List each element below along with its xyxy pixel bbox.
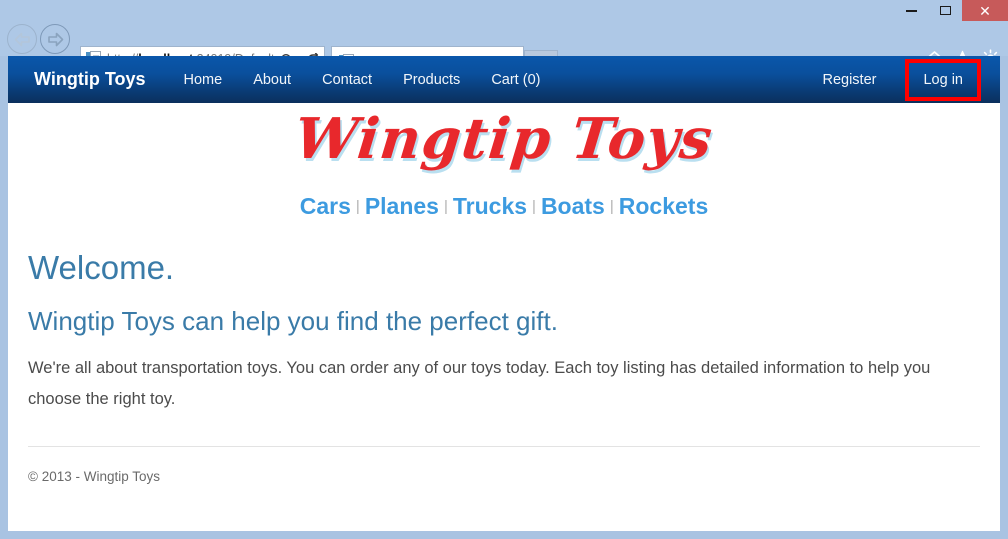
back-button[interactable] [7, 24, 37, 54]
nav-item-about[interactable]: About [253, 72, 291, 88]
site-logo-text: Wingtip Toys [291, 106, 717, 172]
forward-button[interactable] [40, 24, 70, 54]
login-link[interactable]: Log in [923, 72, 963, 88]
nav-item-home[interactable]: Home [184, 72, 223, 88]
maximize-icon [939, 6, 951, 15]
page-paragraph: We're all about transportation toys. You… [28, 358, 931, 408]
category-separator: | [355, 198, 360, 215]
category-separator: | [609, 198, 614, 215]
category-link-boats[interactable]: Boats [541, 193, 605, 219]
category-link-cars[interactable]: Cars [300, 193, 351, 219]
register-link[interactable]: Register [822, 72, 876, 88]
category-link-rockets[interactable]: Rockets [619, 193, 708, 219]
navigation-buttons [7, 24, 70, 54]
minimize-button[interactable] [894, 0, 928, 21]
site-nav-links: Home About Contact Products Cart (0) [184, 72, 541, 88]
browser-toolbar: http://localhost:24019/Default Welcome -… [0, 21, 1008, 77]
nav-item-contact[interactable]: Contact [322, 72, 372, 88]
footer-divider [28, 446, 980, 448]
page-viewport: Wingtip Toys Home About Contact Products… [8, 56, 1000, 531]
login-highlight-box: Log in [905, 58, 981, 101]
window-controls: ✕ [894, 0, 1008, 21]
site-brand-link[interactable]: Wingtip Toys [34, 69, 146, 90]
back-arrow-icon [14, 32, 30, 46]
minimize-icon [905, 9, 917, 12]
site-navbar: Wingtip Toys Home About Contact Products… [8, 56, 1000, 103]
site-logo: Wingtip Toys [28, 103, 980, 187]
close-icon: ✕ [979, 2, 991, 19]
close-button[interactable]: ✕ [962, 0, 1008, 21]
page-title: Welcome. [28, 249, 175, 286]
nav-item-cart[interactable]: Cart (0) [491, 72, 540, 88]
category-separator: | [532, 198, 536, 215]
category-link-trucks[interactable]: Trucks [453, 193, 527, 219]
nav-item-products[interactable]: Products [403, 72, 460, 88]
page-subtitle: Wingtip Toys can help you find the perfe… [28, 306, 558, 337]
category-links: Cars | Planes | Trucks | Boats | Rockets [28, 193, 980, 220]
forward-arrow-icon [47, 32, 63, 46]
title-bar: ✕ [0, 0, 1008, 21]
page-content: Wingtip Toys Cars | Planes | Trucks | Bo… [8, 103, 1000, 484]
footer-text: © 2013 - Wingtip Toys [28, 469, 161, 485]
browser-window: ✕ http://localhost:24019/Default [0, 0, 1008, 539]
auth-links: Register Log in [822, 56, 981, 103]
maximize-button[interactable] [928, 0, 962, 21]
category-separator: | [443, 198, 448, 215]
category-link-planes[interactable]: Planes [365, 193, 439, 219]
